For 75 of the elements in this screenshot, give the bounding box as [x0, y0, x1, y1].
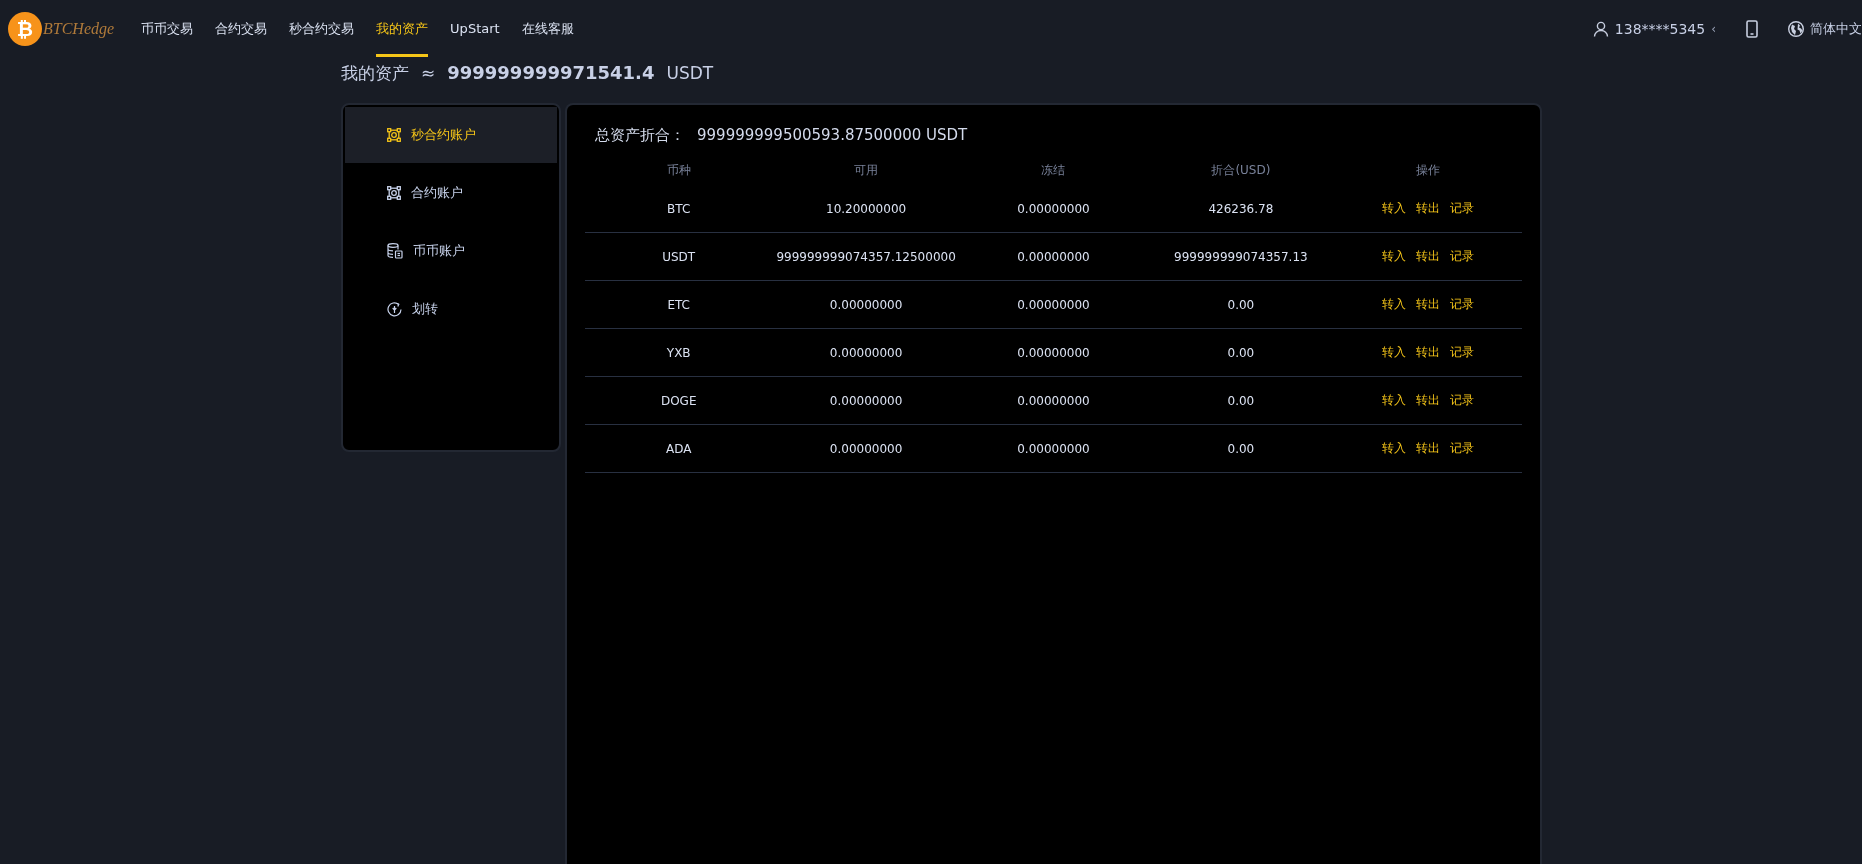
- logo-text[interactable]: BTCHedge: [43, 19, 115, 38]
- table-cell: 0.00000000: [829, 297, 903, 312]
- table-cell: YXB: [666, 345, 691, 360]
- approx-sign: ≈: [421, 63, 436, 83]
- action-link[interactable]: 转入: [1382, 440, 1407, 457]
- total-assets-amount: 999999999971541.4: [447, 62, 655, 83]
- table-cell: 0.00: [1227, 345, 1255, 360]
- sidebar-item[interactable]: 划转: [345, 281, 557, 337]
- table-cell: 0.00000000: [1017, 201, 1090, 216]
- action-link[interactable]: 记录: [1450, 392, 1475, 409]
- table-cell: ETC: [667, 297, 690, 312]
- frame-icon: [387, 186, 401, 200]
- table-cell: 0.00000000: [829, 345, 903, 360]
- table-cell: 426236.78: [1208, 201, 1274, 216]
- mobile-phone-icon[interactable]: [1746, 19, 1758, 38]
- sidebar-item[interactable]: 秒合约账户: [345, 107, 557, 163]
- table-cell: 0.00000000: [1017, 249, 1090, 264]
- nav-link[interactable]: 我的资产: [376, 0, 429, 57]
- page-title: 我的资产: [341, 62, 409, 85]
- action-link[interactable]: 转出: [1416, 440, 1441, 457]
- sidebar-item[interactable]: 合约账户: [345, 165, 557, 221]
- table-cell: 0.00000000: [829, 441, 903, 456]
- action-link[interactable]: 记录: [1450, 248, 1475, 265]
- action-link[interactable]: 转出: [1416, 392, 1441, 409]
- table-cell: 0.00000000: [1017, 441, 1090, 456]
- action-link[interactable]: 转入: [1382, 344, 1407, 361]
- action-link[interactable]: 转出: [1416, 200, 1441, 217]
- user-phone[interactable]: 138****5345: [1614, 20, 1706, 37]
- bitcoin-logo-icon: ₿: [8, 11, 42, 46]
- table-cell: 0.00: [1227, 297, 1255, 312]
- total-value: 999999999500593.87500000 USDT: [697, 126, 968, 144]
- action-link[interactable]: 转出: [1416, 248, 1441, 265]
- language-selector[interactable]: 简体中文: [1810, 19, 1862, 38]
- table-cell: 999999999074357.12500000: [776, 249, 956, 264]
- table-cell: USDT: [662, 249, 696, 264]
- table-cell: 0.00000000: [1017, 345, 1090, 360]
- table-cell: ADA: [665, 441, 692, 456]
- column-header: 币种: [666, 161, 691, 179]
- table-cell: BTC: [667, 201, 691, 216]
- table-cell: 0.00000000: [1017, 393, 1090, 408]
- nav-link[interactable]: 秒合约交易: [289, 0, 355, 57]
- table-cell: 10.20000000: [826, 201, 907, 216]
- action-link[interactable]: 记录: [1450, 344, 1475, 361]
- action-link[interactable]: 转入: [1382, 200, 1407, 217]
- table-cell: 0.00000000: [1017, 297, 1090, 312]
- action-link[interactable]: 记录: [1450, 440, 1475, 457]
- table-cell: 999999999074357.13: [1174, 249, 1308, 264]
- nav-link[interactable]: UpStart: [450, 0, 500, 57]
- action-link[interactable]: 转入: [1382, 248, 1407, 265]
- table-cell: DOGE: [660, 393, 697, 408]
- database-icon: [387, 243, 403, 259]
- nav-link[interactable]: 合约交易: [215, 0, 268, 57]
- action-link[interactable]: 记录: [1450, 296, 1475, 313]
- cycle-coin-icon: [387, 301, 402, 317]
- table-cell: 0.00: [1227, 441, 1255, 456]
- nav-link[interactable]: 币币交易: [141, 0, 194, 57]
- table-cell: 0.00: [1227, 393, 1255, 408]
- caret-icon[interactable]: ‹: [1711, 21, 1716, 36]
- currency-unit: USDT: [666, 63, 714, 83]
- nav-link[interactable]: 在线客服: [521, 0, 574, 57]
- action-link[interactable]: 转出: [1416, 296, 1441, 313]
- frame-icon: [387, 128, 401, 142]
- user-icon[interactable]: [1592, 20, 1609, 37]
- column-header: 冻结: [1041, 161, 1066, 179]
- column-header: 操作: [1416, 161, 1441, 179]
- sidebar-item[interactable]: 币币账户: [345, 223, 557, 279]
- action-link[interactable]: 转入: [1382, 392, 1407, 409]
- action-link[interactable]: 转入: [1382, 296, 1407, 313]
- table-cell: 0.00000000: [829, 393, 903, 408]
- action-link[interactable]: 转出: [1416, 344, 1441, 361]
- total-label: 总资产折合：: [595, 125, 685, 145]
- column-header: 折合(USD): [1211, 161, 1271, 179]
- column-header: 可用: [854, 161, 879, 179]
- globe-icon[interactable]: [1788, 20, 1804, 37]
- action-link[interactable]: 记录: [1450, 200, 1475, 217]
